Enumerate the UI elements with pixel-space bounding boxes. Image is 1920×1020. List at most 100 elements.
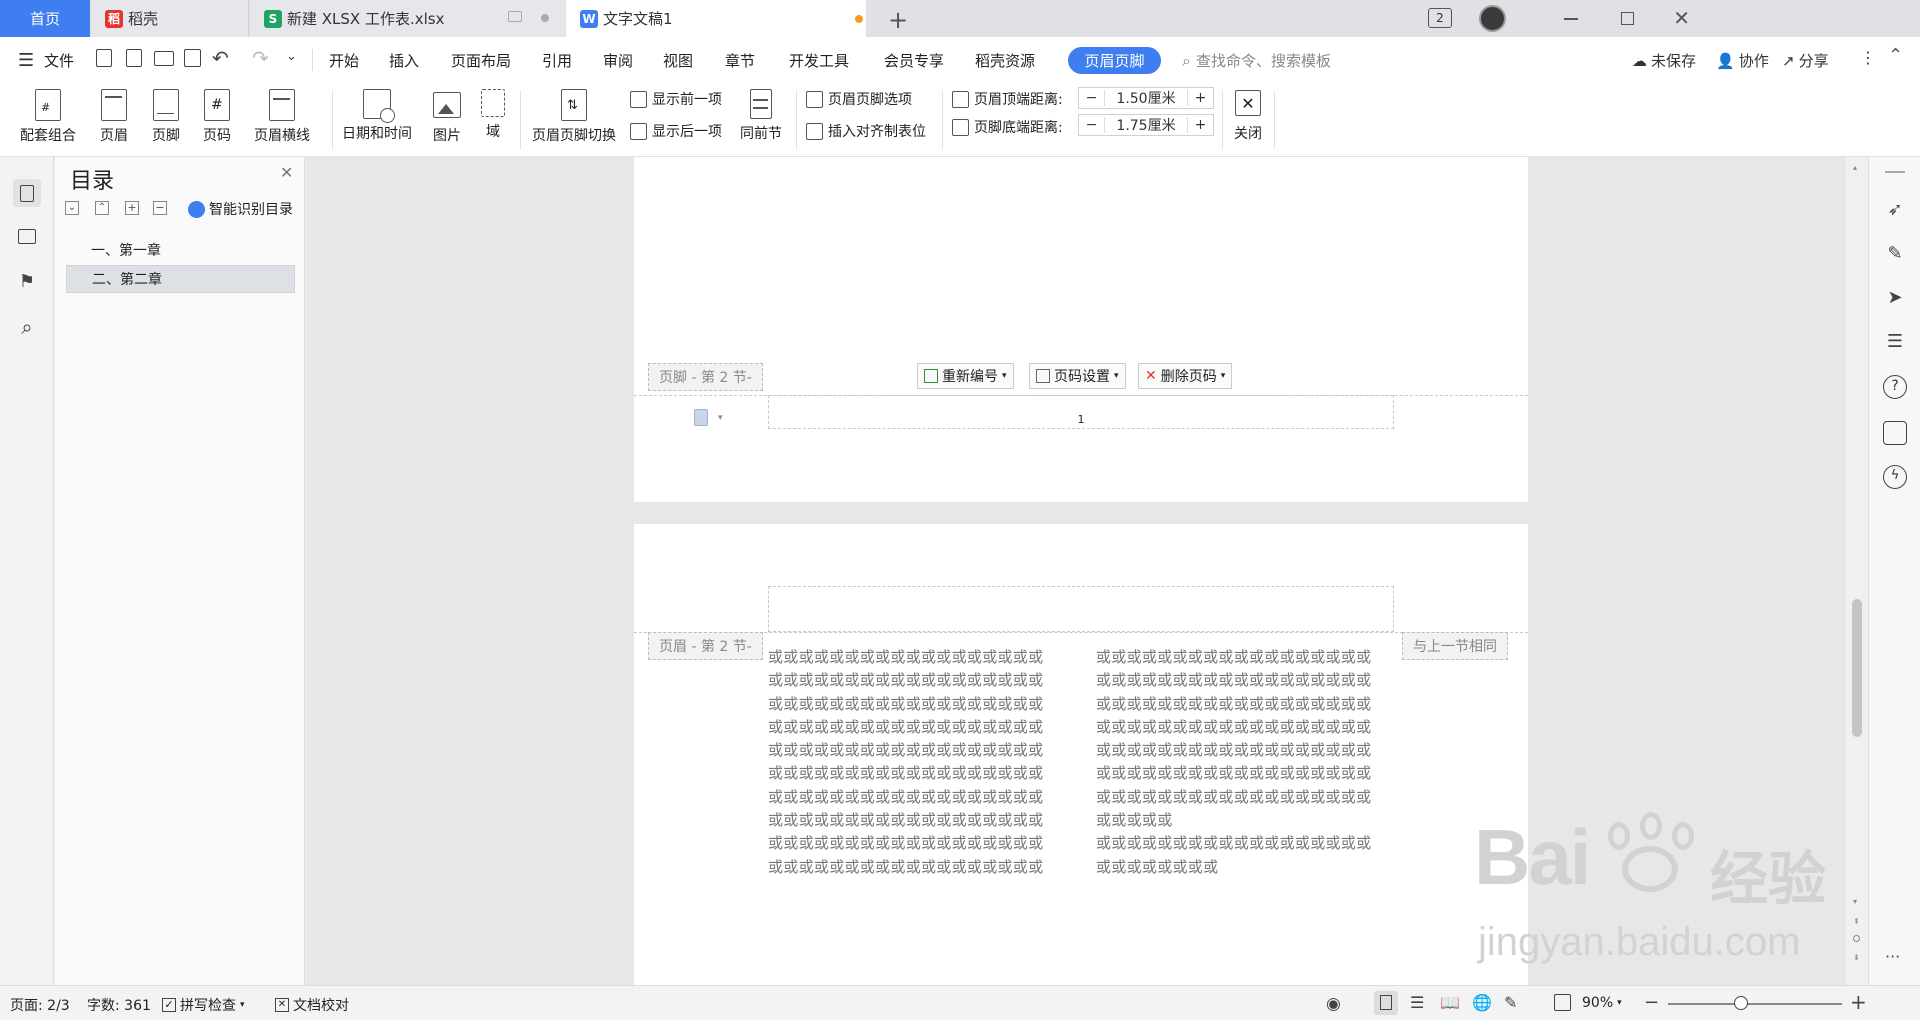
picture-button[interactable]: 图片 <box>425 85 469 145</box>
zoom-in-icon[interactable]: + <box>1850 990 1867 1014</box>
print-preview-icon[interactable] <box>184 49 201 67</box>
eye-icon[interactable]: ◉ <box>1326 994 1341 1014</box>
smart-toc-button[interactable]: 智能识别目录 <box>188 199 293 219</box>
header-top-increase[interactable]: + <box>1187 90 1213 106</box>
sliders-icon[interactable]: ☰ <box>1883 331 1907 355</box>
pen-icon[interactable]: ✎ <box>1883 243 1907 267</box>
fit-page-icon[interactable] <box>1554 994 1571 1011</box>
menu-view[interactable]: 视图 <box>663 50 693 71</box>
expand-all-icon[interactable]: ⌄ <box>65 201 79 215</box>
menu-reference[interactable]: 引用 <box>542 50 572 71</box>
print-icon[interactable] <box>154 51 174 66</box>
undo-icon[interactable]: ↶ <box>212 46 229 70</box>
minimize-icon[interactable] <box>1564 18 1578 20</box>
tab-dot-icon[interactable] <box>541 14 549 22</box>
same-as-previous-button[interactable]: 同前节 <box>736 85 786 143</box>
menu-header-footer[interactable]: 页眉页脚 <box>1068 47 1161 74</box>
header-top-value[interactable]: 1.50厘米 <box>1105 88 1187 108</box>
tab-document[interactable]: W 文字文稿1 <box>566 0 866 37</box>
help-icon[interactable]: ? <box>1883 375 1907 399</box>
scroll-up-icon[interactable]: ▴ <box>1853 163 1857 172</box>
window-count-icon[interactable]: 2 <box>1428 8 1452 28</box>
lightning-icon[interactable]: ϟ <box>1883 465 1907 489</box>
menu-page-layout[interactable]: 页面布局 <box>451 50 511 71</box>
menu-member[interactable]: 会员专享 <box>884 50 944 71</box>
redo-icon[interactable]: ↷ <box>252 46 269 70</box>
header-footer-options-button[interactable]: 页眉页脚选项 <box>806 89 912 109</box>
close-icon[interactable]: ✕ <box>1673 6 1690 30</box>
zoom-level[interactable]: 90% ▾ <box>1582 995 1622 1011</box>
zoom-slider-thumb[interactable] <box>1734 996 1748 1010</box>
delete-page-number-button[interactable]: ✕ 删除页码 ▾ <box>1138 363 1233 389</box>
show-previous-button[interactable]: 显示前一项 <box>630 89 722 109</box>
spell-check-button[interactable]: ✓ 拼写检查 ▾ <box>162 995 245 1015</box>
section-rail-button[interactable] <box>13 222 41 250</box>
reading-view-icon[interactable]: 📖 <box>1440 993 1460 1012</box>
browse-object-icon[interactable] <box>1853 935 1860 942</box>
zoom-slider-track[interactable] <box>1668 1003 1842 1005</box>
tab-xlsx[interactable]: S 新建 XLSX 工作表.xlsx <box>250 0 565 37</box>
search-rail-button[interactable]: ⌕ <box>13 313 41 341</box>
prev-page-icon[interactable]: ⇞ <box>1853 917 1860 926</box>
customize-quick-access-icon[interactable]: ⌄ <box>286 49 297 64</box>
header-top-decrease[interactable]: − <box>1079 90 1105 106</box>
body-column-1[interactable]: 或或或或或或或或或或或或或或或或或或 或或或或或或或或或或或或或或或或或或 或或… <box>768 646 1043 879</box>
close-header-footer-button[interactable]: ✕ 关闭 <box>1226 85 1270 143</box>
vertical-scrollbar[interactable]: ▴ ▾ ⇞ ⇟ <box>1846 157 1868 985</box>
word-count[interactable]: 字数: 361 <box>87 995 151 1015</box>
footer-bottom-increase[interactable]: + <box>1187 117 1213 133</box>
share-button[interactable]: ↗ 分享 <box>1782 50 1829 71</box>
show-next-button[interactable]: 显示后一项 <box>630 121 722 141</box>
close-icon[interactable]: ✕ <box>280 163 293 182</box>
footer-insert-icon[interactable] <box>694 409 708 426</box>
cursor-icon[interactable]: ➤ <box>1883 287 1907 311</box>
demote-icon[interactable]: − <box>153 201 167 215</box>
menu-start[interactable]: 开始 <box>329 50 359 71</box>
menu-insert[interactable]: 插入 <box>389 50 419 71</box>
promote-icon[interactable]: + <box>125 201 139 215</box>
footer-bottom-decrease[interactable]: − <box>1079 117 1105 133</box>
bookmark-rail-button[interactable]: ⚑ <box>13 267 41 295</box>
collapse-all-icon[interactable]: ⌃ <box>95 201 109 215</box>
menu-section[interactable]: 章节 <box>725 50 755 71</box>
collaborate-button[interactable]: 👤 协作 <box>1716 50 1769 71</box>
outline-view-icon[interactable]: ☰ <box>1410 993 1424 1012</box>
page-number-settings-button[interactable]: 页码设置 ▾ <box>1029 363 1126 389</box>
body-column-2[interactable]: 或或或或或或或或或或或或或或或或或或 或或或或或或或或或或或或或或或或或或 或或… <box>1096 646 1371 879</box>
more-icon[interactable]: ⋮ <box>1860 48 1876 67</box>
unsaved-button[interactable]: ☁ 未保存 <box>1632 50 1696 71</box>
export-pdf-icon[interactable] <box>126 49 142 67</box>
header-line-button[interactable]: 页眉横线 <box>246 85 318 145</box>
page-number-button[interactable]: # 页码 <box>195 85 239 145</box>
avatar[interactable] <box>1479 5 1506 32</box>
write-mode-icon[interactable]: ✎ <box>1504 993 1517 1012</box>
header-footer-switch-button[interactable]: ⇅ 页眉页脚切换 <box>528 85 620 145</box>
restore-icon[interactable] <box>1621 12 1634 25</box>
date-time-button[interactable]: 日期和时间 <box>337 85 417 143</box>
page-indicator[interactable]: 页面: 2/3 <box>10 995 70 1015</box>
zoom-out-icon[interactable]: − <box>1644 992 1659 1013</box>
rocket-icon[interactable]: ➶ <box>1883 199 1907 223</box>
web-view-icon[interactable]: 🌐 <box>1472 993 1492 1012</box>
footer-content-box[interactable]: 1 <box>768 395 1394 429</box>
menu-review[interactable]: 审阅 <box>603 50 633 71</box>
page-view-button[interactable] <box>1374 991 1398 1015</box>
pin-icon[interactable] <box>508 11 522 22</box>
chevron-down-icon[interactable]: ▾ <box>718 413 723 423</box>
save-icon[interactable] <box>96 49 112 67</box>
footer-bottom-value[interactable]: 1.75厘米 <box>1105 115 1187 135</box>
new-tab-button[interactable]: + <box>888 6 908 34</box>
command-search[interactable]: ⌕ 查找命令、搜索模板 <box>1182 50 1331 71</box>
combo-button[interactable]: # 配套组合 <box>12 85 84 145</box>
toc-item-selected[interactable]: 二、第二章 <box>66 265 295 293</box>
footer-button[interactable]: 页脚 <box>144 85 188 145</box>
tab-daoke[interactable]: 稻 稻壳 <box>91 0 249 37</box>
hamburger-icon[interactable]: ☰ <box>18 50 34 71</box>
header-button[interactable]: 页眉 <box>92 85 136 145</box>
field-button[interactable]: 域 <box>478 85 508 141</box>
more-icon[interactable]: ··· <box>1885 947 1900 966</box>
proofread-button[interactable]: ✕ 文档校对 <box>275 995 349 1015</box>
menu-file[interactable]: 文件 <box>44 50 74 71</box>
menu-daoke-resources[interactable]: 稻壳资源 <box>975 50 1035 71</box>
toc-rail-button[interactable] <box>13 179 41 207</box>
